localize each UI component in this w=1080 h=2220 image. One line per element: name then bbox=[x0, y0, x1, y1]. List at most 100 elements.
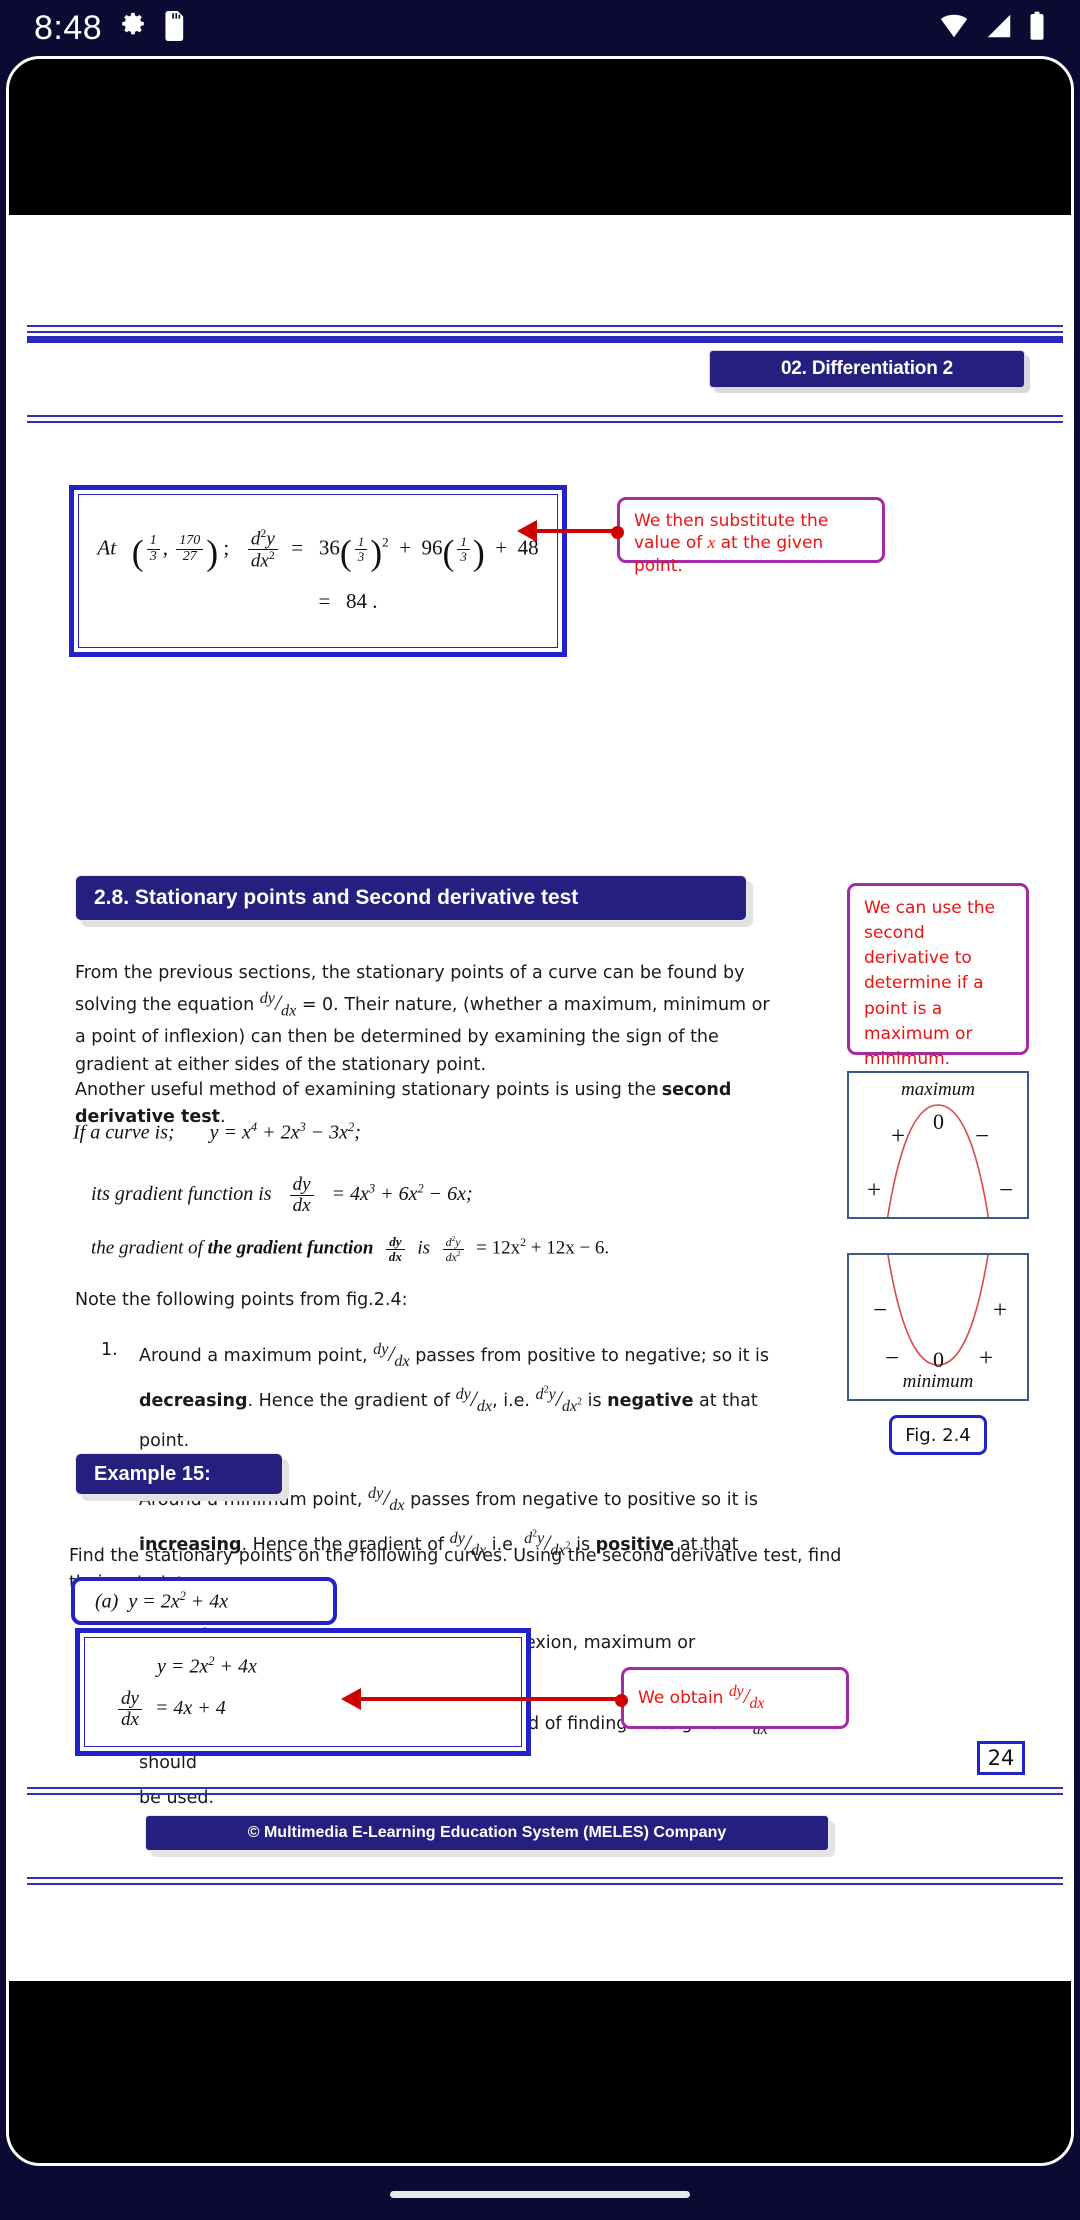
question-a-label: (a) bbox=[95, 1590, 119, 1613]
formula-result: 84 . bbox=[346, 589, 378, 614]
section-heading[interactable]: 2.8. Stationary points and Second deriva… bbox=[75, 875, 753, 927]
formula-line-1: At (1 3, 170 27) ; d2y dx2 = 36(1 3)2 + 96(1… bbox=[97, 526, 539, 573]
header-rule-group bbox=[27, 325, 1063, 343]
gear-icon bbox=[118, 11, 148, 46]
formula-equals: = bbox=[291, 535, 304, 560]
list-item: 1. Around a maximum point, dy/dx passes … bbox=[89, 1333, 789, 1459]
figure-caption: Fig. 2.4 bbox=[889, 1415, 987, 1455]
figure-maximum-sign-lower-left: + bbox=[867, 1177, 882, 1204]
formula-semicolon: ; bbox=[223, 535, 230, 560]
section-heading-label: 2.8. Stationary points and Second deriva… bbox=[75, 875, 747, 921]
letterbox-bottom bbox=[9, 1975, 1071, 2163]
note-1-bold-negative: negative bbox=[607, 1391, 694, 1412]
chapter-tab-label: 02. Differentiation 2 bbox=[709, 350, 1025, 388]
figure-maximum-sign-upper-left: + bbox=[891, 1123, 906, 1150]
figure-minimum-zero: 0 bbox=[933, 1347, 944, 1372]
math-2-pre: its gradient function is bbox=[91, 1183, 272, 1206]
figure-minimum-sign-upper-right: + bbox=[993, 1297, 1008, 1324]
callout-1-dot bbox=[611, 526, 624, 539]
callout-substitute-value: We then substitute the value of x at the… bbox=[611, 497, 885, 576]
math-3-pre: the gradient of bbox=[91, 1237, 203, 1259]
figure-minimum-label: minimum bbox=[902, 1371, 974, 1392]
signal-icon bbox=[984, 11, 1014, 46]
paragraph-stationary-points: From the previous sections, the stationa… bbox=[75, 960, 781, 1079]
note-1f: is bbox=[587, 1391, 602, 1412]
dx2: dx2 bbox=[250, 548, 275, 572]
dy-dx-inline: dy/dx bbox=[259, 990, 297, 1020]
figure-maximum: maximum 0 + − + − bbox=[847, 1071, 1029, 1219]
math-second-derivative: the gradient of the gradient function dy… bbox=[91, 1234, 610, 1264]
callout-second-derivative-use: We can use the second derivative to dete… bbox=[847, 883, 1029, 1069]
callout-1-arrow-line bbox=[529, 529, 617, 533]
math-1-pre: If a curve is; bbox=[73, 1121, 175, 1144]
math-curve-equation: If a curve is; y = x4 + 2x3 − 3x2; bbox=[73, 1120, 361, 1144]
footer-label: © Multimedia E-Learning Education System… bbox=[145, 1815, 829, 1851]
app-webview[interactable]: 02. Differentiation 2 At (1 3, 170 27) ; d… bbox=[6, 56, 1074, 2166]
d2y: d2y bbox=[247, 527, 278, 550]
formula-box-substitution: At (1 3, 170 27) ; d2y dx2 = 36(1 3)2 + 96(1… bbox=[69, 485, 567, 657]
page-number: 24 bbox=[977, 1741, 1025, 1775]
figure-minimum: − + − 0 + minimum bbox=[847, 1253, 1029, 1401]
question-a-box: (a) y = 2x2 + 4x bbox=[71, 1577, 337, 1625]
chapter-tab[interactable]: 02. Differentiation 2 bbox=[709, 350, 1030, 393]
term1-coef: 36 bbox=[318, 535, 340, 560]
example-heading-label: Example 15: bbox=[75, 1453, 283, 1495]
point-y-den: 27 bbox=[182, 548, 197, 564]
note-2b: passes from negative to positive so it i… bbox=[410, 1489, 758, 1510]
sd-card-icon bbox=[164, 10, 186, 46]
formula-at: At bbox=[97, 535, 117, 560]
dy-dx-inline: dy/dx bbox=[455, 1386, 493, 1416]
status-clock: 8:48 bbox=[34, 8, 103, 47]
header-rule-bottom bbox=[27, 415, 1063, 423]
figure-minimum-sign-lower-left: − bbox=[885, 1345, 900, 1372]
note-1a: Around a maximum point, bbox=[139, 1346, 368, 1366]
footer-rule-bottom bbox=[27, 1877, 1063, 1885]
note-intro: Note the following points from fig.2.4: bbox=[75, 1290, 408, 1310]
math-3-bold: the gradient function bbox=[207, 1237, 374, 1259]
letterbox-top bbox=[9, 59, 1071, 215]
callout-3-text: We obtain bbox=[638, 1687, 724, 1708]
working-line-1: y = 2x2 + 4x bbox=[157, 1654, 257, 1678]
para-2a: Another useful method of examining stati… bbox=[75, 1080, 657, 1100]
phone-screen: 8:48 02. Differentiation 2 At (1 3 , 17… bbox=[0, 0, 1080, 2220]
note-1d: . Hence the gradient of bbox=[247, 1391, 451, 1412]
footer-rule-top bbox=[27, 1787, 1063, 1795]
point-x-num: 1 bbox=[146, 534, 160, 550]
formula-line-2: = 84 . bbox=[318, 589, 378, 614]
formula-box-working: y = 2x2 + 4x dy dx = 4x + 4 bbox=[75, 1628, 531, 1756]
working-line-2: dy dx = 4x + 4 bbox=[115, 1688, 521, 1730]
document-page[interactable]: 02. Differentiation 2 At (1 3, 170 27) ; d… bbox=[9, 215, 1071, 1981]
note-1-bold-decreasing: decreasing bbox=[139, 1391, 248, 1412]
status-bar: 8:48 bbox=[0, 0, 1080, 56]
wifi-icon bbox=[938, 11, 970, 46]
figure-minimum-sign-upper-left: − bbox=[873, 1297, 888, 1324]
example-heading[interactable]: Example 15: bbox=[75, 1453, 289, 1501]
footer[interactable]: © Multimedia E-Learning Education System… bbox=[145, 1815, 835, 1857]
para-1b: = 0. bbox=[301, 995, 339, 1016]
figure-maximum-zero: 0 bbox=[933, 1109, 944, 1134]
figure-maximum-sign-lower-right: − bbox=[999, 1177, 1014, 1204]
callout-3-arrow-line bbox=[359, 1697, 621, 1701]
dy-dx-inline: dy/dx bbox=[373, 1340, 410, 1371]
figure-minimum-sign-lower-right: + bbox=[979, 1345, 994, 1372]
term2-coef: 96 bbox=[421, 535, 443, 560]
status-bar-right bbox=[938, 11, 1046, 46]
dy-dx-inline: dy/dx bbox=[728, 1682, 765, 1712]
d2y-dx2-inline: d2y/dx2 bbox=[535, 1384, 582, 1416]
status-bar-left: 8:48 bbox=[34, 9, 186, 48]
formula-box-inner: At (1 3, 170 27) ; d2y dx2 = 36(1 3)2 + 96(1… bbox=[78, 494, 558, 648]
callout-3-dot bbox=[615, 1694, 628, 1707]
figure-maximum-sign-upper-right: − bbox=[975, 1123, 990, 1150]
callout-1-var: x bbox=[707, 533, 716, 553]
math-gradient-function: its gradient function is dy dx = 4x3 + 6x… bbox=[91, 1174, 473, 1216]
callout-we-obtain: We obtain dy/dx bbox=[615, 1667, 849, 1729]
formula-box-2-inner: y = 2x2 + 4x dy dx = 4x + 4 bbox=[84, 1637, 522, 1747]
point-y-num: 170 bbox=[176, 534, 204, 550]
note-1e: , i.e. bbox=[492, 1391, 530, 1412]
navigation-pill[interactable] bbox=[390, 2191, 690, 2198]
point-x-den: 3 bbox=[149, 548, 157, 564]
callout-3-arrow-head bbox=[341, 1688, 361, 1710]
dy-dx-inline: dy/dx bbox=[368, 1484, 405, 1514]
note-1b: passes from positive to negative; so it … bbox=[415, 1346, 769, 1366]
battery-icon bbox=[1028, 11, 1046, 46]
